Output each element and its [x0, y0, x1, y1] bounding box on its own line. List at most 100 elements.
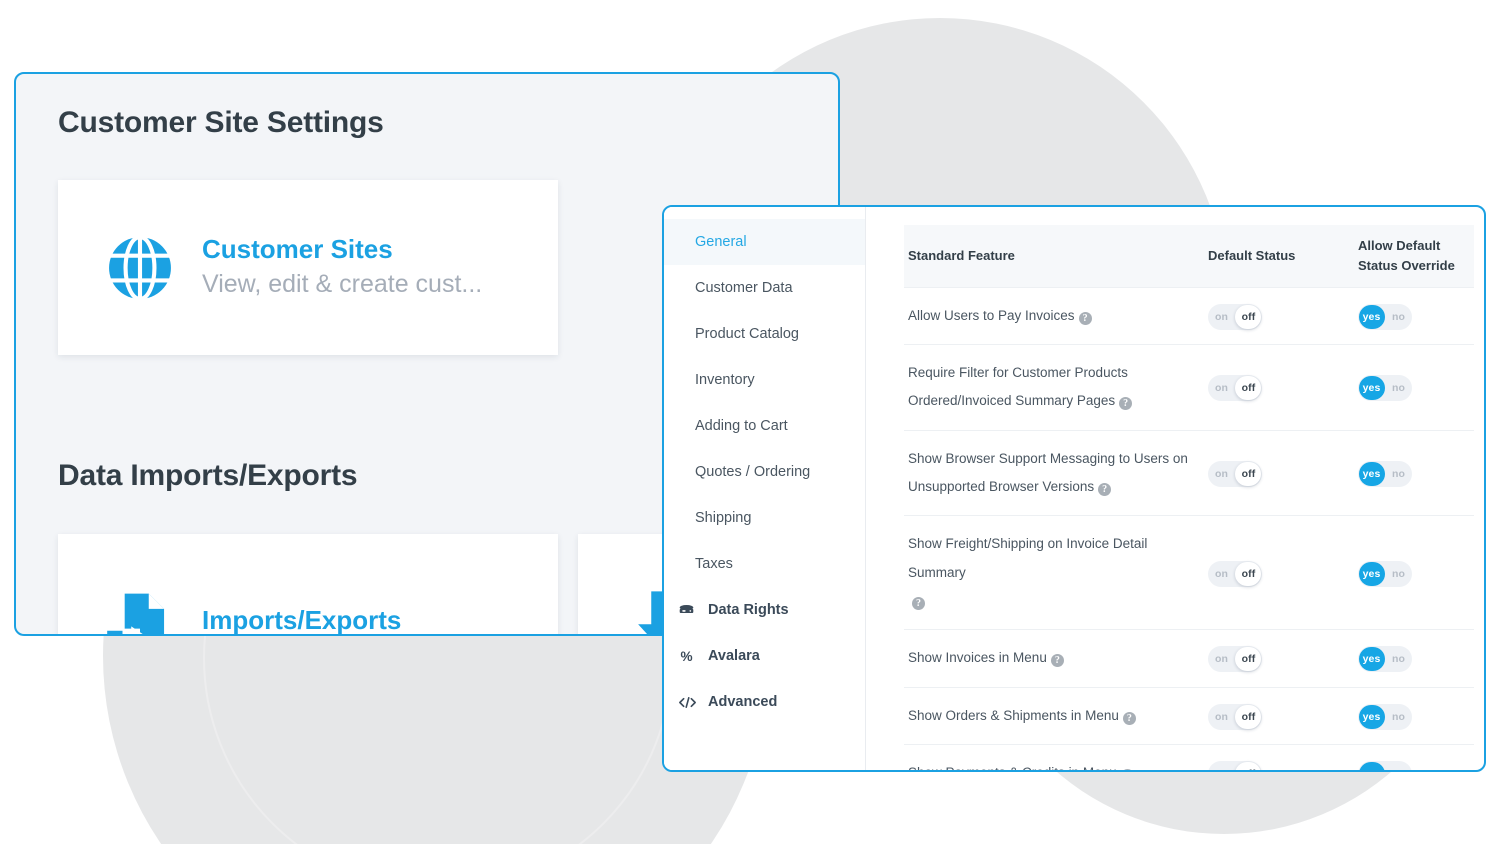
tile-title: Customer Sites — [202, 234, 393, 265]
default-status-toggle[interactable]: onoff — [1208, 303, 1262, 330]
table-row: Show Freight/Shipping on Invoice Detail … — [904, 515, 1474, 630]
feature-text-line: ? — [908, 587, 1200, 615]
toggle-label-left: on — [1208, 763, 1235, 770]
feature-text: Show Browser Support Messaging to Users … — [908, 450, 1188, 466]
sidebar-item-shipping[interactable]: Shipping — [664, 495, 865, 541]
code-icon — [678, 694, 700, 711]
toggle-label-right: no — [1391, 710, 1406, 723]
help-icon[interactable]: ? — [912, 596, 925, 610]
column-header-default-status: Default Status — [1204, 225, 1354, 287]
allow-override-toggle[interactable]: yesno — [1358, 760, 1412, 770]
toggle-label-right: no — [1391, 653, 1406, 666]
help-icon[interactable]: ? — [1050, 654, 1064, 668]
cell-standard-feature: Show Orders & Shipments in Menu? — [904, 686, 1204, 745]
toggle-label-right: off — [1241, 382, 1256, 395]
cell-standard-feature: Require Filter for Customer Products Orde… — [904, 343, 1204, 431]
feature-text: Ordered/Invoiced Summary Pages — [908, 393, 1116, 409]
feature-text-line: Show Freight/Shipping on Invoice Detail … — [908, 530, 1200, 587]
toggle-label-left: yes — [1362, 567, 1381, 580]
allow-override-toggle[interactable]: yesno — [1358, 703, 1412, 730]
toggle-label-left: yes — [1362, 310, 1381, 323]
toggle-label-left: on — [1214, 567, 1229, 580]
toggle-label-left: yes — [1358, 763, 1385, 770]
cell-default-status: onoff — [1204, 286, 1354, 345]
sidebar-item-label: Product Catalog — [695, 326, 799, 342]
sidebar-item-quotes-ordering[interactable]: Quotes / Ordering — [664, 449, 865, 495]
sidebar-item-customer-data[interactable]: Customer Data — [664, 265, 865, 311]
sidebar-item-adding-to-cart[interactable]: Adding to Cart — [664, 403, 865, 449]
help-icon[interactable]: ? — [1078, 311, 1092, 325]
feature-text: Unsupported Browser Versions — [908, 478, 1095, 494]
default-status-toggle[interactable]: onoff — [1208, 760, 1262, 770]
toggle-label-right: no — [1385, 763, 1412, 770]
cell-default-status: onoff — [1204, 743, 1354, 770]
cell-default-status: onoff — [1204, 515, 1354, 630]
feature-text: Show Orders & Shipments in Menu — [908, 707, 1119, 723]
cell-allow-default-status-override: yesno — [1354, 515, 1474, 630]
globe-icon — [104, 232, 176, 304]
feature-text: Show Payments & Credits in Menu — [908, 765, 1117, 770]
column-header-allow-default-status-override: Allow Default Status Override — [1354, 225, 1474, 287]
help-icon[interactable]: ? — [1120, 768, 1134, 770]
toggle-label-right: off — [1241, 310, 1256, 323]
cell-allow-default-status-override: yesno — [1354, 629, 1474, 688]
page-title-data-imports-exports: Data Imports/Exports — [58, 459, 358, 492]
cell-standard-feature: Allow Users to Pay Invoices? — [904, 286, 1204, 345]
toggle-label-right: off — [1241, 467, 1256, 480]
sidebar-item-taxes[interactable]: Taxes — [664, 541, 865, 587]
feature-text-line: Show Invoices in Menu? — [908, 644, 1200, 672]
default-status-toggle[interactable]: onoff — [1208, 646, 1262, 673]
sidebar-item-label: Adding to Cart — [695, 418, 788, 434]
settings-content: Standard Feature Default Status Allow De… — [866, 207, 1484, 770]
page-title-customer-site-settings: Customer Site Settings — [58, 106, 384, 139]
sidebar-item-general[interactable]: General — [664, 219, 865, 265]
help-icon[interactable]: ? — [1122, 711, 1136, 725]
sidebar-item-label: Shipping — [695, 510, 752, 526]
sidebar-item-inventory[interactable]: Inventory — [664, 357, 865, 403]
tile-customer-sites[interactable]: Customer Sites View, edit & create cust.… — [58, 180, 558, 355]
toggle-label-left: yes — [1362, 382, 1381, 395]
sidebar-item-label: Taxes — [695, 556, 733, 572]
toggle-label-right: no — [1391, 567, 1406, 580]
cell-allow-default-status-override: yesno — [1354, 286, 1474, 345]
sidebar-item-label: Avalara — [708, 648, 760, 664]
column-header-line: Allow Default — [1358, 237, 1441, 253]
sidebar-item-product-catalog[interactable]: Product Catalog — [664, 311, 865, 357]
default-status-toggle[interactable]: onoff — [1208, 375, 1262, 402]
feature-text: Allow Users to Pay Invoices — [908, 307, 1075, 323]
sidebar-item-label: Advanced — [708, 694, 778, 710]
default-status-toggle[interactable]: onoff — [1208, 460, 1262, 487]
cell-default-status: onoff — [1204, 686, 1354, 745]
column-header-line: Default Status — [1208, 247, 1296, 263]
table-row: Allow Users to Pay Invoices? on off yes no — [904, 286, 1474, 345]
feature-text-line: Ordered/Invoiced Summary Pages? — [908, 387, 1200, 415]
sidebar-item-label: Data Rights — [708, 602, 789, 618]
feature-text: Show Freight/Shipping on Invoice Detail … — [908, 536, 1148, 580]
sidebar-item-label: Inventory — [695, 372, 755, 388]
help-icon[interactable]: ? — [1098, 482, 1112, 496]
toggle-label-right: no — [1391, 382, 1406, 395]
tile-imports-exports[interactable]: Imports/Exports — [58, 534, 558, 634]
column-header-line: Status Override — [1358, 257, 1455, 273]
site-settings-dialog: General Customer Data Product Catalog Inven… — [662, 205, 1486, 772]
allow-override-toggle[interactable]: yesno — [1358, 460, 1412, 487]
allow-override-toggle[interactable]: yesno — [1358, 646, 1412, 673]
feature-text-line: Allow Users to Pay Invoices? — [908, 302, 1200, 330]
toggle-label-left: yes — [1362, 653, 1381, 666]
feature-text-line: Show Payments & Credits in Menu? — [908, 759, 1200, 770]
allow-override-toggle[interactable]: yesno — [1358, 303, 1412, 330]
default-status-toggle[interactable]: onoff — [1208, 703, 1262, 730]
sidebar-item-advanced[interactable]: Advanced — [664, 679, 865, 725]
standard-features-table: Standard Feature Default Status Allow De… — [904, 225, 1474, 770]
feature-text: Require Filter for Customer Products — [908, 364, 1128, 380]
toggle-label-left: yes — [1362, 467, 1381, 480]
help-icon[interactable]: ? — [1119, 397, 1133, 411]
sidebar-item-avalara[interactable]: % Avalara — [664, 633, 865, 679]
allow-override-toggle[interactable]: yesno — [1358, 560, 1412, 587]
cell-standard-feature: Show Browser Support Messaging to Users … — [904, 429, 1204, 516]
tile-subtitle: View, edit & create cust... — [202, 269, 483, 298]
allow-override-toggle[interactable]: yesno — [1358, 375, 1412, 402]
default-status-toggle[interactable]: onoff — [1208, 560, 1262, 587]
feature-text-line: Unsupported Browser Versions? — [908, 473, 1200, 501]
sidebar-item-data-rights[interactable]: Data Rights — [664, 587, 865, 633]
